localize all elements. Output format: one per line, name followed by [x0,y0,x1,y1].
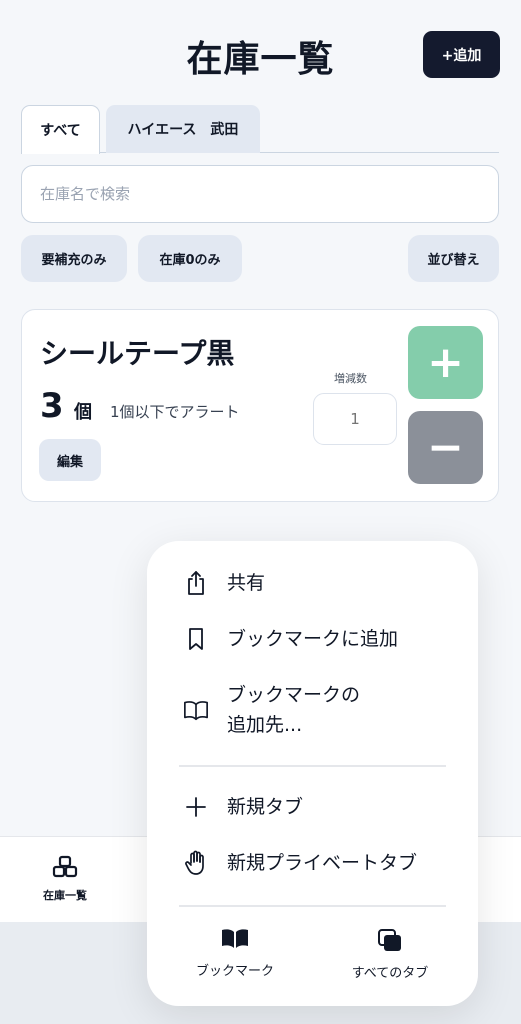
nav-inventory-label: 在庫一覧 [43,889,87,902]
tab-all[interactable]: すべて [21,105,100,154]
search-input[interactable] [21,165,499,223]
hand-icon [183,850,209,876]
menu-new-tab[interactable]: 新規タブ [147,789,478,825]
menu-all-tabs[interactable]: すべてのタブ [330,928,450,981]
boxes-icon [52,855,78,883]
item-unit: 個 [74,402,92,423]
menu-all-tabs-label: すべてのタブ [351,966,429,981]
plus-icon [183,794,209,820]
menu-bookmarks-label: ブックマーク [195,964,274,979]
menu-bookmarks[interactable]: ブックマーク [175,928,295,979]
restock-only-button[interactable]: 要補充のみ [21,235,127,282]
zero-stock-only-button[interactable]: 在庫0のみ [138,235,242,282]
nav-inventory[interactable]: 在庫一覧 [30,855,100,903]
item-name: シールテープ黒 [40,337,235,370]
edit-button[interactable]: 編集 [39,439,101,481]
menu-add-bookmark-label: ブックマークに追加 [227,628,399,650]
tab-bar: すべて ハイエース 武田 [21,105,499,154]
tab-hiace-takeda[interactable]: ハイエース 武田 [106,105,260,153]
inventory-item-card: シールテープ黒 3 個 1個以下でアラート 編集 増減数 + − [21,309,499,502]
browser-menu: 共有 ブックマークに追加 ブックマークの 追加先... 新規タブ 新規プライベー… [147,541,478,1006]
menu-new-tab-label: 新規タブ [227,796,304,818]
tabs-icon [377,929,403,956]
open-book-icon [221,929,249,954]
increment-button[interactable]: + [408,326,483,399]
share-icon [183,570,209,596]
decrement-button[interactable]: − [408,411,483,484]
menu-divider [179,905,446,907]
alert-threshold: 1個以下でアラート [110,403,240,421]
sort-button[interactable]: 並び替え [408,235,499,282]
menu-add-bookmark[interactable]: ブックマークに追加 [147,621,478,657]
book-icon [183,697,209,723]
menu-new-private-tab[interactable]: 新規プライベートタブ [147,845,478,881]
bookmark-icon [183,626,209,652]
menu-new-private-tab-label: 新規プライベートタブ [227,852,418,874]
menu-bookmark-to-line1: ブックマークの [227,684,361,706]
menu-divider [179,765,446,767]
delta-input[interactable] [313,393,397,445]
menu-bookmark-to[interactable]: ブックマークの 追加先... [147,677,478,743]
delta-label: 増減数 [334,372,367,385]
item-quantity: 3 [40,386,64,426]
add-button[interactable]: +追加 [423,31,500,78]
menu-share-label: 共有 [227,572,266,594]
menu-bookmark-to-line2: 追加先... [227,714,303,736]
menu-share[interactable]: 共有 [147,565,478,601]
header: 在庫一覧 +追加 [0,0,521,104]
